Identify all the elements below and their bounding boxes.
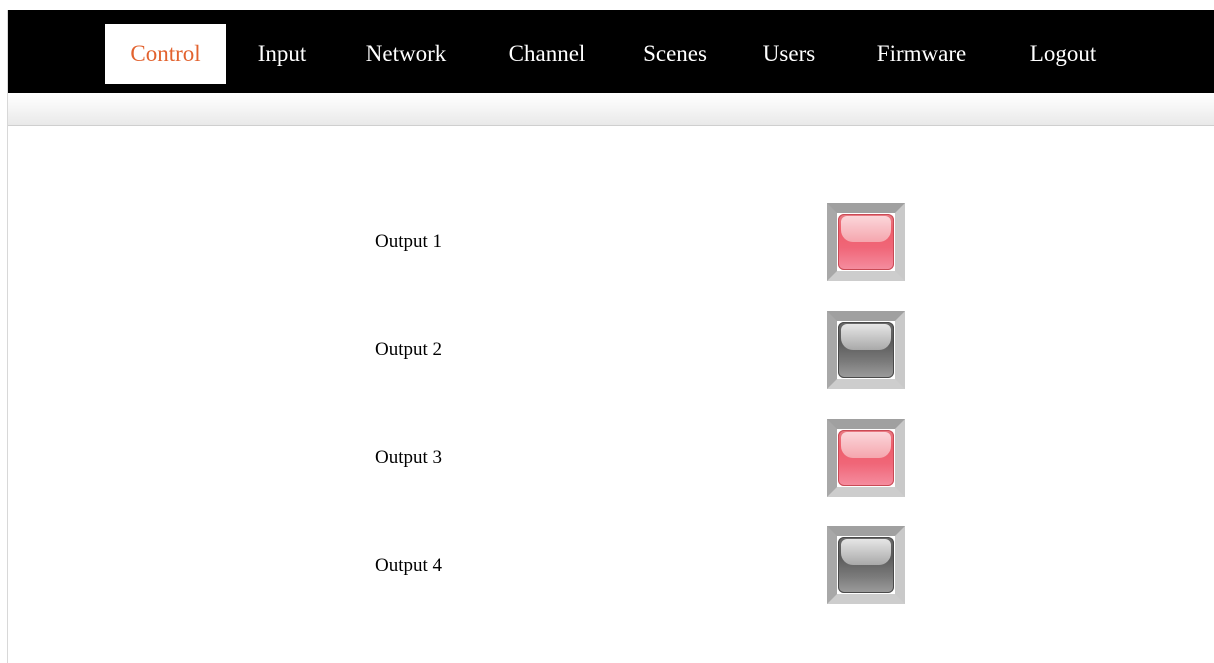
nav-tab-firmware[interactable]: Firmware: [861, 24, 982, 84]
nav-tab-scenes[interactable]: Scenes: [630, 24, 720, 84]
led-gloss: [841, 324, 891, 350]
output-1-toggle[interactable]: [827, 203, 905, 281]
output-2-toggle[interactable]: [827, 311, 905, 389]
page-frame: Control Input Network Channel Scenes Use…: [7, 10, 1214, 663]
led-gloss: [841, 539, 891, 565]
output-3-label: Output 3: [375, 447, 443, 468]
output-1-led-indicator: [838, 214, 894, 270]
nav-tab-control[interactable]: Control: [105, 24, 226, 84]
nav-tab-input[interactable]: Input: [244, 24, 320, 84]
output-2-led-indicator: [838, 322, 894, 378]
output-3-led-indicator: [838, 430, 894, 486]
output-3-toggle[interactable]: [827, 419, 905, 497]
nav-tab-users[interactable]: Users: [749, 24, 829, 84]
output-4-toggle[interactable]: [827, 526, 905, 604]
output-1-label: Output 1: [375, 231, 443, 252]
led-gloss: [841, 216, 891, 242]
nav-tab-logout[interactable]: Logout: [1013, 24, 1113, 84]
output-4-label: Output 4: [375, 555, 443, 576]
nav-tab-channel[interactable]: Channel: [493, 24, 601, 84]
output-4-led-indicator: [838, 537, 894, 593]
led-gloss: [841, 432, 891, 458]
sub-header-bar: [8, 93, 1214, 126]
top-navigation-bar: Control Input Network Channel Scenes Use…: [8, 10, 1214, 93]
nav-tab-network[interactable]: Network: [351, 24, 461, 84]
output-2-label: Output 2: [375, 339, 443, 360]
